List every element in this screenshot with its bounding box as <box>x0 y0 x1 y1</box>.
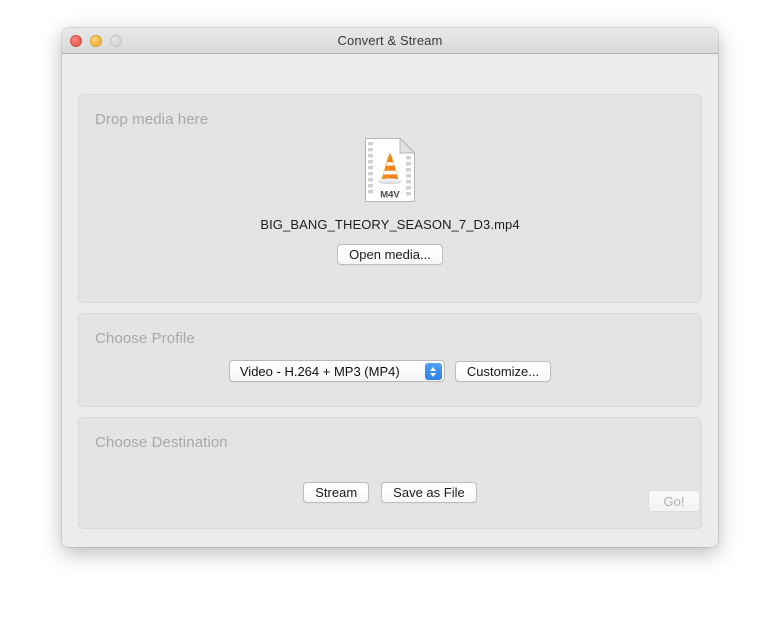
minimize-button-icon[interactable] <box>90 34 102 47</box>
window-footer: Go! <box>62 487 718 547</box>
go-button[interactable]: Go! <box>648 490 700 512</box>
choose-profile-label: Choose Profile <box>95 330 195 347</box>
open-media-button[interactable]: Open media... <box>337 244 443 265</box>
screen: Convert & Stream Drop media here M4V BIG… <box>0 0 775 624</box>
choose-profile-panel: Choose Profile Video - H.264 + MP3 (MP4)… <box>78 313 702 407</box>
selected-file-name: BIG_BANG_THEORY_SEASON_7_D3.mp4 <box>260 217 520 232</box>
drop-media-label: Drop media here <box>95 111 209 128</box>
profile-select[interactable]: Video - H.264 + MP3 (MP4) <box>228 360 445 382</box>
traffic-light-buttons <box>70 28 122 53</box>
close-button-icon[interactable] <box>70 34 82 47</box>
file-icon-badge-text: M4V <box>380 190 400 201</box>
window-title: Convert & Stream <box>337 33 443 48</box>
convert-stream-window: Convert & Stream Drop media here M4V BIG… <box>62 28 718 547</box>
vlc-m4v-file-icon: M4V <box>364 137 416 203</box>
customize-button[interactable]: Customize... <box>454 360 552 382</box>
drop-media-panel[interactable]: Drop media here M4V BIG_BANG_THEORY_SEAS… <box>78 94 702 303</box>
profile-select-value: Video - H.264 + MP3 (MP4) <box>239 363 400 379</box>
window-titlebar: Convert & Stream <box>62 28 718 54</box>
profile-controls-row: Video - H.264 + MP3 (MP4) Customize... <box>79 360 701 382</box>
zoom-button-icon <box>110 34 122 47</box>
choose-destination-label: Choose Destination <box>95 434 228 451</box>
window-body: Drop media here M4V BIG_BANG_THEORY_SEAS… <box>62 54 718 547</box>
chevron-up-down-icon[interactable] <box>424 363 442 380</box>
media-content: M4V BIG_BANG_THEORY_SEASON_7_D3.mp4 Open… <box>79 137 701 265</box>
